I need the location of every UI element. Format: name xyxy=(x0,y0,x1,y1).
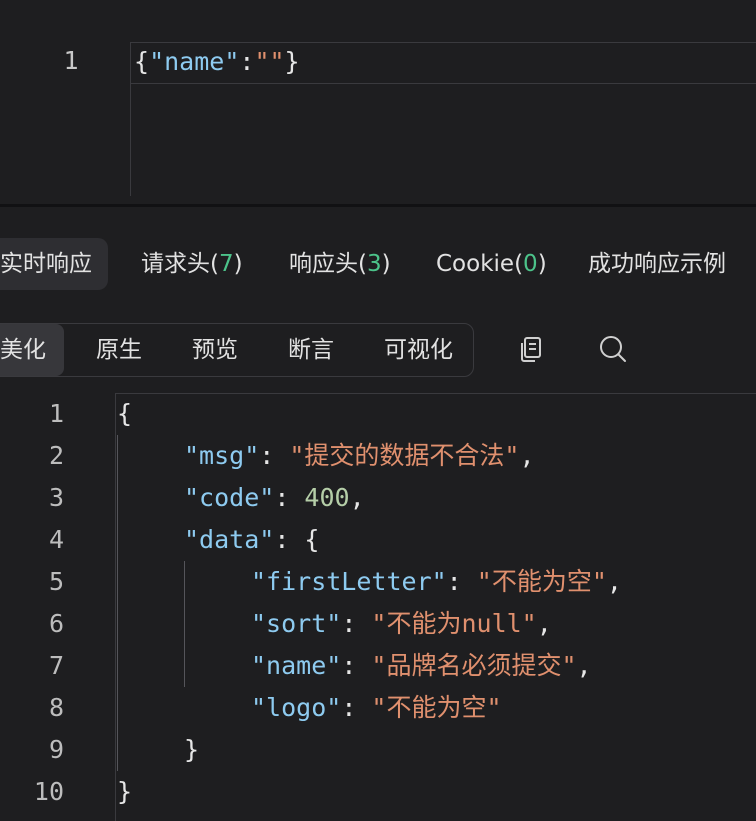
code-token: "code" xyxy=(184,483,275,512)
search-icon[interactable] xyxy=(597,333,629,365)
code-token: "firstLetter" xyxy=(251,567,447,596)
tab-count: 7 xyxy=(218,251,234,277)
code-token: , xyxy=(349,483,365,512)
view-visualize-button[interactable]: 可视化 xyxy=(384,324,453,376)
view-raw-button[interactable]: 原生 xyxy=(96,324,142,376)
tab-cookie[interactable]: Cookie(0) xyxy=(436,238,547,290)
code-token: "不能为空" xyxy=(371,693,502,722)
code-token: "logo" xyxy=(251,693,342,722)
line-number: 2 xyxy=(48,441,64,470)
tab-success-example[interactable]: 成功响应示例 xyxy=(588,238,726,290)
line-number: 9 xyxy=(48,735,64,764)
tab-label: 实时响应 xyxy=(0,251,92,277)
line-number: 1 xyxy=(48,399,64,428)
request-body-editor[interactable]: 1 {"name":""} xyxy=(0,0,756,204)
view-preview-button[interactable]: 预览 xyxy=(192,324,238,376)
request-line-number: 1 xyxy=(63,46,79,75)
token-close-brace: } xyxy=(284,47,300,76)
indent-guide xyxy=(184,561,185,687)
tab-suffix: ) xyxy=(381,251,391,277)
code-token: , xyxy=(606,567,622,596)
code-token: "提交的数据不合法" xyxy=(289,441,520,470)
code-token: } xyxy=(184,735,200,764)
code-token: : xyxy=(341,609,372,638)
code-token: "data" xyxy=(184,525,275,554)
code-token: 400 xyxy=(304,483,350,512)
tab-label: 响应头( xyxy=(289,251,367,277)
code-line: "data": { xyxy=(184,519,319,561)
request-editor-border xyxy=(130,82,131,196)
code-line: "name": "品牌名必须提交", xyxy=(251,645,592,687)
tab-suffix: ) xyxy=(537,251,547,277)
code-token: "sort" xyxy=(251,609,342,638)
tab-response-headers[interactable]: 响应头(3) xyxy=(289,238,391,290)
code-token: , xyxy=(576,651,592,680)
code-token: "msg" xyxy=(184,441,260,470)
code-token: , xyxy=(536,609,552,638)
code-token: } xyxy=(117,777,133,806)
code-line: "sort": "不能为null", xyxy=(251,603,552,645)
token-open-brace: { xyxy=(134,47,150,76)
code-line: "msg": "提交的数据不合法", xyxy=(184,435,535,477)
response-body-viewer[interactable]: 1 2 3 4 5 6 7 8 9 10 {"msg": "提交的数据不合法", "code": 4… xyxy=(0,393,756,821)
code-line: "firstLetter": "不能为空", xyxy=(251,561,622,603)
code-line: "logo": "不能为空" xyxy=(251,687,502,729)
tab-label: Cookie( xyxy=(436,251,524,277)
tab-realtime-response[interactable]: 实时响应 xyxy=(0,238,108,290)
code-line: { xyxy=(117,393,132,435)
code-token: : xyxy=(259,441,290,470)
code-token: { xyxy=(117,399,133,428)
code-token: "不能为空" xyxy=(476,567,607,596)
line-number: 6 xyxy=(48,609,64,638)
view-beautify-button[interactable]: 美化 xyxy=(0,324,64,376)
request-code-line[interactable]: {"name":""} xyxy=(134,45,300,79)
line-number: 5 xyxy=(48,567,64,596)
tab-count: 0 xyxy=(523,251,538,277)
tab-count: 3 xyxy=(366,251,382,277)
line-number: 10 xyxy=(33,777,64,806)
code-line: "code": 400, xyxy=(184,477,365,519)
code-line: } xyxy=(184,729,199,771)
code-token: "品牌名必须提交" xyxy=(371,651,577,680)
token-value: "" xyxy=(254,47,285,76)
code-token: : xyxy=(274,483,305,512)
code-token: : xyxy=(446,567,477,596)
tab-label: 请求头( xyxy=(141,251,219,277)
line-number: 8 xyxy=(48,693,64,722)
tab-request-headers[interactable]: 请求头(7) xyxy=(141,238,243,290)
code-line: } xyxy=(117,771,132,813)
response-tabs: 实时响应 请求头(7) 响应头(3) Cookie(0) 成功响应示例 xyxy=(0,238,756,290)
code-token: : { xyxy=(274,525,320,554)
code-token: , xyxy=(519,441,535,470)
copy-icon[interactable] xyxy=(516,333,548,365)
code-token: "name" xyxy=(251,651,342,680)
tab-label: 成功响应示例 xyxy=(588,251,726,277)
panel-divider[interactable] xyxy=(0,204,756,207)
indent-guide xyxy=(117,435,118,771)
token-colon: : xyxy=(239,47,255,76)
code-token: "不能为null" xyxy=(371,609,537,638)
tab-suffix: ) xyxy=(233,251,243,277)
code-token: : xyxy=(341,693,372,722)
line-number: 4 xyxy=(48,525,64,554)
code-token: : xyxy=(341,651,372,680)
line-number: 3 xyxy=(48,483,64,512)
view-assert-button[interactable]: 断言 xyxy=(288,324,334,376)
line-number: 7 xyxy=(48,651,64,680)
token-key: "name" xyxy=(149,47,240,76)
